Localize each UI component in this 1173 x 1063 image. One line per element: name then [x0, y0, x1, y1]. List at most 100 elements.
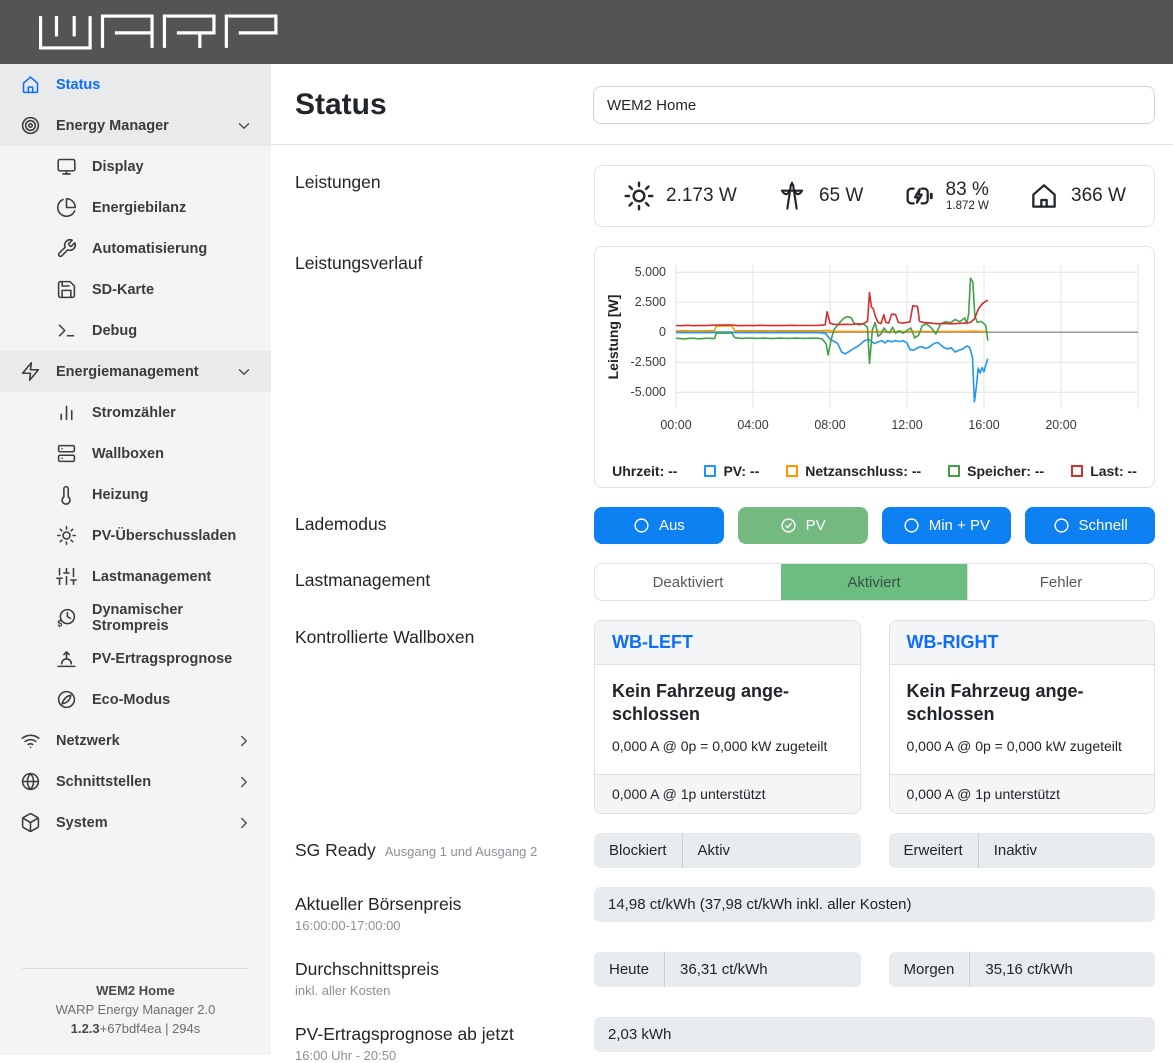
- chart-legend: Uhrzeit: -- PV: -- Netzanschluss: -- Speich…: [604, 460, 1145, 483]
- charge-mode-aus-button[interactable]: Aus: [594, 507, 724, 544]
- wallbox-supported: 0,000 A @ 1p unterstützt: [595, 774, 860, 813]
- sidebar-item-energiebilanz[interactable]: Energiebilanz: [0, 187, 271, 228]
- price-clock-icon: $: [56, 607, 77, 628]
- home-icon: [20, 74, 41, 95]
- svg-text:-5.000: -5.000: [631, 385, 666, 399]
- sidebar-item-energy-manager[interactable]: Energy Manager: [0, 105, 271, 146]
- segment-fehler[interactable]: Fehler: [967, 564, 1154, 600]
- sg-ready-label: SG Ready Ausgang 1 und Ausgang 2: [295, 833, 594, 861]
- device-name-input[interactable]: [593, 86, 1155, 124]
- legend-item-speicher[interactable]: Speicher: --: [948, 463, 1044, 479]
- segment-deaktiviert[interactable]: Deaktiviert: [595, 564, 781, 600]
- circle-icon: [1053, 517, 1070, 534]
- sidebar-item-eco-modus[interactable]: Eco-Modus: [0, 679, 271, 720]
- leistungsverlauf-label: Leistungsverlauf: [295, 246, 594, 274]
- sidebar-item-sd-karte[interactable]: SD-Karte: [0, 269, 271, 310]
- wallbox-status-heading: Kein Fahrzeug ange-schlossen: [907, 680, 1138, 727]
- sidebar-item-pv-ertragsprognose[interactable]: PV-Ertragsprognose: [0, 638, 271, 679]
- sg-ready-blockiert-box: BlockiertAktiv: [594, 833, 861, 868]
- pv-prognose-value: 2,03 kWh: [594, 1017, 1155, 1052]
- kv-value: 35,16 ct/kWh: [970, 952, 1088, 987]
- sidebar-footer: WEM2 Home WARP Energy Manager 2.0 1.2.3+…: [22, 968, 249, 1055]
- button-label: Aus: [659, 517, 685, 534]
- kv-value: Aktiv: [683, 833, 746, 868]
- legend-item-last[interactable]: Last: --: [1071, 463, 1137, 479]
- legend-item-uhrzeit[interactable]: Uhrzeit: --: [612, 463, 677, 479]
- wallbox-title-link[interactable]: WB-LEFT: [612, 632, 693, 652]
- sidebar-item-netzwerk[interactable]: Netzwerk: [0, 720, 271, 761]
- chevron-right-icon: [235, 732, 253, 750]
- chevron-right-icon: [235, 773, 253, 791]
- metric-value: 366 W: [1071, 186, 1126, 206]
- svg-text:08:00: 08:00: [814, 418, 845, 432]
- lademodus-label: Lademodus: [295, 507, 594, 535]
- button-label: Schnell: [1079, 517, 1128, 534]
- circle-icon: [633, 517, 650, 534]
- lastmanagement-label: Lastmanagement: [295, 563, 594, 591]
- sidebar-item-heizung[interactable]: Heizung: [0, 474, 271, 515]
- legend-text: Netzanschluss: --: [805, 463, 921, 479]
- sidebar-item-wallboxen[interactable]: Wallboxen: [0, 433, 271, 474]
- pylon-icon: [776, 180, 808, 212]
- svg-text:12:00: 12:00: [891, 418, 922, 432]
- sidebar-item-label: Netzwerk: [56, 733, 120, 749]
- speicher-swatch-icon: [948, 465, 960, 477]
- charge-mode-min-pv-button[interactable]: Min + PV: [882, 507, 1012, 544]
- sun-icon: [56, 525, 77, 546]
- sidebar-item-energiemanagement[interactable]: Energiemanagement: [0, 351, 271, 392]
- svg-text:Leistung [W]: Leistung [W]: [605, 295, 621, 380]
- bar-chart-icon: [56, 402, 77, 423]
- sidebar-item-schnittstellen[interactable]: Schnittstellen: [0, 761, 271, 802]
- sidebar-nav: StatusEnergy Manager Display Energiebilanz…: [0, 64, 271, 843]
- metric-house: 366 W: [1028, 180, 1126, 212]
- sunrise-icon: [56, 648, 77, 669]
- thermometer-icon: [56, 484, 77, 505]
- charge-mode-pv-button[interactable]: PV: [738, 507, 868, 544]
- sidebar-item-label: Display: [92, 159, 144, 175]
- legend-text: PV: --: [723, 463, 759, 479]
- sidebar-item-label: Energiemanagement: [56, 364, 199, 380]
- wallbox-card-wb-left: WB-LEFTKein Fahrzeug ange-schlossen0,000…: [594, 620, 861, 814]
- sidebar-item-dynamischer-strompreis[interactable]: $Dynamischer Strompreis: [0, 597, 271, 638]
- kv-key: Erweitert: [889, 833, 979, 868]
- leistungsverlauf-chart[interactable]: 5.0002.5000-2.500-5.00000:0004:0008:0012…: [604, 257, 1144, 455]
- wallboxen-label: Kontrollierte Wallboxen: [295, 620, 594, 648]
- sidebar: StatusEnergy Manager Display Energiebilanz…: [0, 64, 271, 1055]
- house-icon: [1028, 180, 1060, 212]
- wallbox-title-link[interactable]: WB-RIGHT: [907, 632, 999, 652]
- terminal-icon: [56, 320, 77, 341]
- boersenpreis-label: Aktueller Börsenpreis 16:00:00-17:00:00: [295, 887, 594, 933]
- metric-subvalue: 1.872 W: [946, 200, 989, 212]
- sliders-icon: [56, 566, 77, 587]
- sidebar-item-pv-berschussladen[interactable]: PV-Überschussladen: [0, 515, 271, 556]
- top-header: [0, 0, 1173, 64]
- legend-item-netzanschluss[interactable]: Netzanschluss: --: [786, 463, 921, 479]
- check-circle-icon: [780, 517, 797, 534]
- wallbox-cards: WB-LEFT Kein Fahrzeug ange-schlossen 0,000…: [594, 620, 1155, 814]
- sidebar-item-automatisierung[interactable]: Automatisierung: [0, 228, 271, 269]
- sidebar-item-label: Energiebilanz: [92, 200, 186, 216]
- legend-item-pv[interactable]: PV: --: [704, 463, 759, 479]
- charge-mode-schnell-button[interactable]: Schnell: [1025, 507, 1155, 544]
- wrench-icon: [56, 238, 77, 259]
- metric-value: 2.173 W: [666, 186, 737, 206]
- sidebar-item-label: Lastmanagement: [92, 569, 211, 585]
- sidebar-item-stromz-hler[interactable]: Stromzähler: [0, 392, 271, 433]
- legend-text: Uhrzeit: --: [612, 463, 677, 479]
- sidebar-item-system[interactable]: System: [0, 802, 271, 843]
- leaf-icon: [56, 689, 77, 710]
- sg-ready-boxes: BlockiertAktivErweitertInaktiv: [594, 833, 1155, 868]
- sidebar-item-display[interactable]: Display: [0, 146, 271, 187]
- sidebar-item-debug[interactable]: Debug: [0, 310, 271, 351]
- wallbox-allocated: 0,000 A @ 0p = 0,000 kW zugeteilt: [612, 738, 843, 754]
- svg-text:04:00: 04:00: [737, 418, 768, 432]
- wallbox-allocated: 0,000 A @ 0p = 0,000 kW zugeteilt: [907, 738, 1138, 754]
- sidebar-item-lastmanagement[interactable]: Lastmanagement: [0, 556, 271, 597]
- segment-aktiviert[interactable]: Aktiviert: [781, 564, 967, 600]
- sidebar-item-label: Debug: [92, 323, 137, 339]
- sidebar-item-status[interactable]: Status: [0, 64, 271, 105]
- wallbox-card-wb-right: WB-RIGHT Kein Fahrzeug ange-schlossen 0,00…: [889, 620, 1156, 814]
- leistungen-label: Leistungen: [295, 165, 594, 193]
- wallbox-supported: 0,000 A @ 1p unterstützt: [890, 774, 1155, 813]
- main-content: Status Leistungen 2.173 W65 W83 %1.872 W…: [271, 64, 1173, 1055]
